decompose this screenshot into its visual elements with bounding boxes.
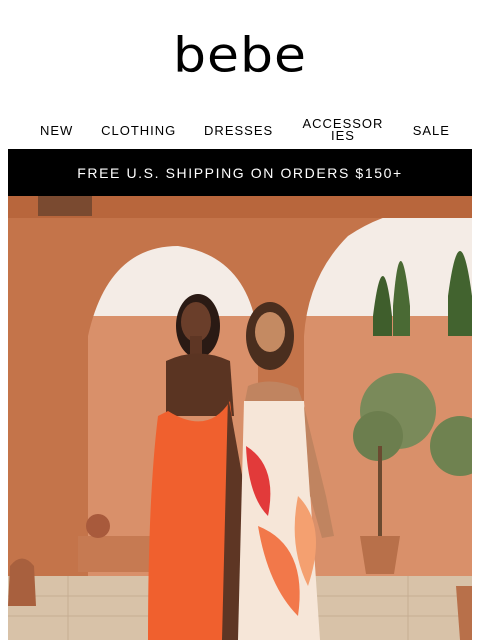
hero-illustration	[8, 196, 472, 640]
nav-item-sale[interactable]: SALE	[413, 123, 450, 138]
nav-item-new[interactable]: NEW	[40, 123, 73, 138]
free-shipping-banner[interactable]: FREE U.S. SHIPPING ON ORDERS $150+	[8, 149, 472, 196]
hero-image[interactable]	[8, 196, 472, 640]
nav-item-accessories[interactable]: ACCESSORIES	[301, 117, 385, 142]
main-nav: NEW CLOTHING DRESSES ACCESSORIES SALE	[0, 112, 480, 148]
clay-pot	[86, 514, 110, 538]
nav-item-dresses[interactable]: DRESSES	[204, 123, 273, 138]
logo-container[interactable]: bebe	[0, 0, 480, 112]
nav-item-clothing[interactable]: CLOTHING	[101, 123, 176, 138]
clay-pot	[8, 558, 36, 606]
email-header: bebe NEW CLOTHING DRESSES ACCESSORIES SA…	[0, 0, 480, 148]
model-right-face	[255, 312, 285, 352]
bebe-logo[interactable]: bebe	[173, 32, 307, 80]
planter	[360, 536, 400, 574]
